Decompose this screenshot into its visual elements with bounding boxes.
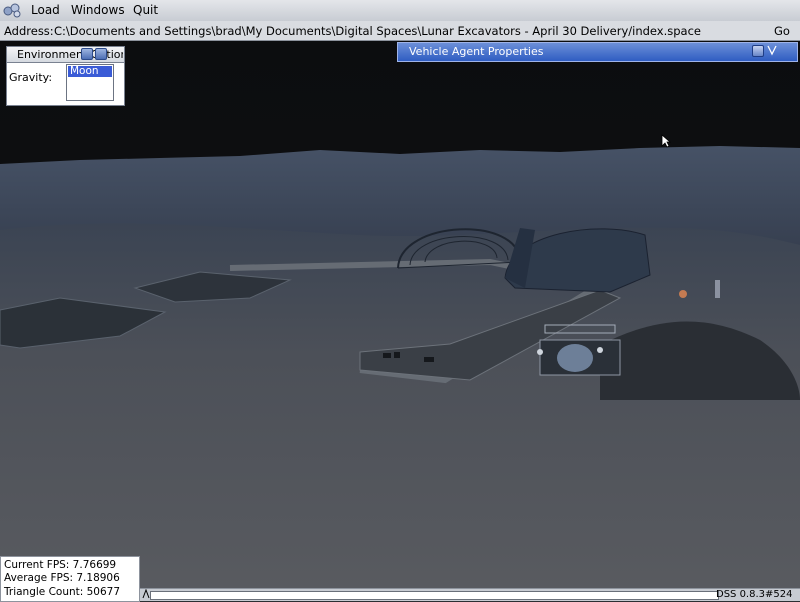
environment-window-title: Environment Options [17, 48, 123, 61]
menu-load[interactable]: Load [31, 3, 60, 17]
environment-window-titlebar[interactable]: Environment Options [7, 47, 124, 63]
lunar-3d-viewport[interactable] [0, 40, 800, 600]
address-bar: Address: C:\Documents and Settings\brad\… [0, 21, 800, 41]
gravity-listbox[interactable]: Moon [66, 64, 114, 101]
performance-stats-panel: Current FPS: 7.76699 Average FPS: 7.1890… [0, 556, 140, 602]
close-icon[interactable] [95, 48, 107, 60]
mouse-cursor-icon [661, 134, 671, 148]
app-logo-icon[interactable] [3, 2, 23, 18]
minimize-icon[interactable] [81, 48, 93, 60]
menu-quit[interactable]: Quit [133, 3, 158, 17]
vehicle-agent-properties-window[interactable]: Vehicle Agent Properties [397, 42, 798, 62]
address-input[interactable]: C:\Documents and Settings\brad\My Docume… [54, 24, 701, 38]
triangle-count: Triangle Count: 50677 [4, 586, 121, 598]
loading-progress-bar [150, 591, 719, 600]
minimize-icon[interactable] [752, 45, 764, 57]
vehicle-window-title: Vehicle Agent Properties [409, 45, 544, 58]
chevron-down-icon[interactable] [766, 43, 778, 57]
lunar-surface [0, 223, 800, 600]
gravity-option-moon[interactable]: Moon [68, 66, 112, 77]
gravity-label: Gravity: [9, 71, 53, 84]
status-bar: DSS 0.8.3#524 [140, 588, 800, 601]
current-fps: Current FPS: 7.76699 [4, 559, 117, 571]
scroll-arrow-icon[interactable] [142, 589, 150, 599]
average-fps: Average FPS: 7.18906 [4, 572, 120, 584]
menu-windows[interactable]: Windows [71, 3, 125, 17]
go-button[interactable]: Go [774, 24, 790, 38]
version-label: DSS 0.8.3#524 [716, 589, 793, 600]
excavator-site [537, 324, 621, 376]
environment-options-window: Environment Options Gravity: Moon [6, 46, 125, 106]
menu-bar: Load Windows Quit [0, 0, 800, 22]
address-label: Address: [4, 24, 54, 38]
